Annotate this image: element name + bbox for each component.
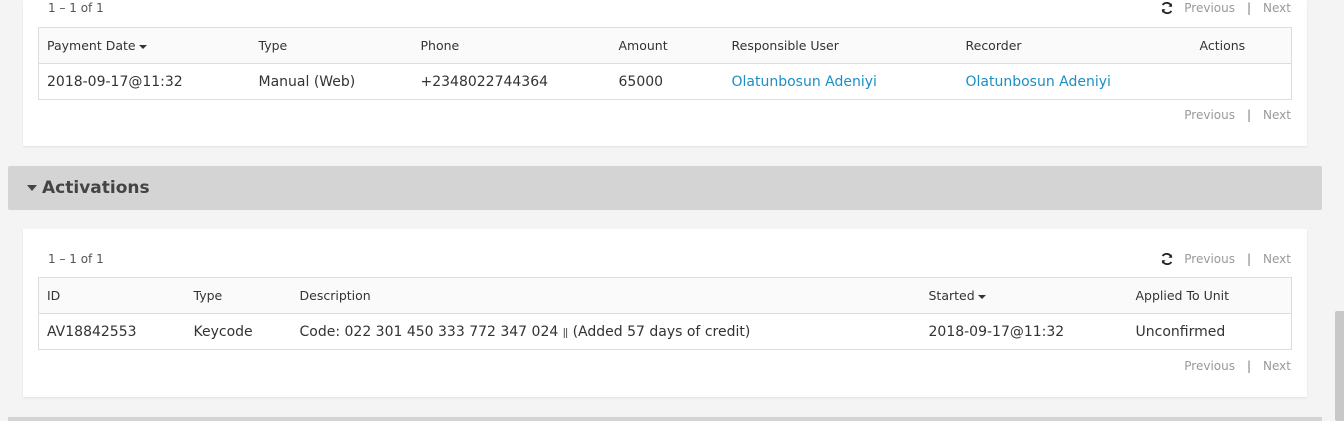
refresh-icon[interactable] bbox=[1160, 1, 1174, 15]
started-cell: 2018-09-17@11:32 bbox=[928, 323, 1065, 340]
applied-to-unit-cell: Unconfirmed bbox=[1135, 323, 1226, 340]
payments-bottom-next-button[interactable]: Next bbox=[1263, 108, 1291, 122]
activations-pager-top: Previous | Next bbox=[1160, 252, 1291, 266]
payment-date-cell: 2018-09-17@11:32 bbox=[47, 73, 183, 90]
column-header-id[interactable]: ID bbox=[38, 277, 186, 314]
activations-bottom-previous-button[interactable]: Previous bbox=[1184, 359, 1235, 373]
column-header-started[interactable]: Started bbox=[920, 277, 1128, 314]
activations-previous-button[interactable]: Previous bbox=[1184, 252, 1235, 266]
responsible-user-cell: Olatunbosun Adeniyi bbox=[724, 64, 958, 100]
activations-header-row: ID Type Description Started Applied To U… bbox=[38, 277, 1292, 314]
pager-separator: | bbox=[1246, 1, 1252, 15]
activation-id-cell: AV18842553 bbox=[47, 323, 137, 340]
column-header-recorder[interactable]: Recorder bbox=[957, 27, 1192, 64]
column-header-applied-to-unit[interactable]: Applied To Unit bbox=[1127, 277, 1292, 314]
description-cell: Code: 022 301 450 333 772 347 024 ǁ (Add… bbox=[292, 314, 921, 350]
activations-bottom-meta: Previous | Next bbox=[23, 359, 1307, 379]
pager-separator: | bbox=[1246, 359, 1252, 373]
caret-down-icon bbox=[27, 185, 37, 191]
recorder-link[interactable]: Olatunbosun Adeniyi bbox=[966, 74, 1111, 90]
column-header-type[interactable]: Type bbox=[185, 277, 292, 314]
payments-panel: 1 – 1 of 1 Previous | Next Payment Date … bbox=[23, 0, 1307, 146]
column-header-description[interactable]: Description bbox=[291, 277, 921, 314]
column-header-phone[interactable]: Phone bbox=[412, 27, 611, 64]
table-row: 2018-09-17@11:32 Manual (Web) +234802274… bbox=[39, 64, 1292, 100]
sort-desc-icon bbox=[138, 44, 147, 49]
phone-cell: +2348022744364 bbox=[420, 73, 549, 90]
activations-bottom-next-button[interactable]: Next bbox=[1263, 359, 1291, 373]
sort-desc-icon bbox=[977, 294, 986, 299]
amount-cell: 65000 bbox=[618, 73, 664, 90]
activations-section-header[interactable]: Activations bbox=[8, 166, 1322, 210]
payments-count: 1 – 1 of 1 bbox=[48, 1, 104, 15]
table-row: AV18842553 Keycode Code: 022 301 450 333… bbox=[39, 314, 1292, 350]
payments-meta-row: 1 – 1 of 1 Previous | Next bbox=[23, 1, 1307, 21]
pipe-icon: ǁ bbox=[562, 325, 569, 339]
next-section-header[interactable] bbox=[8, 417, 1322, 421]
column-header-responsible-user[interactable]: Responsible User bbox=[723, 27, 958, 64]
payments-previous-button[interactable]: Previous bbox=[1184, 1, 1235, 15]
responsible-user-link[interactable]: Olatunbosun Adeniyi bbox=[732, 74, 877, 90]
activations-table: ID Type Description Started Applied To U… bbox=[38, 277, 1292, 350]
payments-bottom-meta: Previous | Next bbox=[23, 108, 1307, 128]
page: 1 – 1 of 1 Previous | Next Payment Date … bbox=[0, 0, 1344, 421]
activations-panel: 1 – 1 of 1 Previous | Next ID Type Descr… bbox=[23, 229, 1307, 397]
column-header-amount[interactable]: Amount bbox=[610, 27, 724, 64]
payments-pager-top: Previous | Next bbox=[1160, 1, 1291, 15]
section-title: Activations bbox=[42, 178, 150, 198]
activations-count: 1 – 1 of 1 bbox=[48, 252, 104, 266]
payments-table: Payment Date Type Phone Amount Responsib… bbox=[38, 27, 1292, 100]
activations-next-button[interactable]: Next bbox=[1263, 252, 1291, 266]
page-scrollbar[interactable] bbox=[1335, 311, 1344, 421]
activations-meta-row: 1 – 1 of 1 Previous | Next bbox=[23, 252, 1307, 272]
payments-next-button[interactable]: Next bbox=[1263, 1, 1291, 15]
payments-bottom-previous-button[interactable]: Previous bbox=[1184, 108, 1235, 122]
column-header-actions: Actions bbox=[1191, 27, 1292, 64]
pager-separator: | bbox=[1246, 108, 1252, 122]
recorder-cell: Olatunbosun Adeniyi bbox=[958, 64, 1192, 100]
column-header-payment-date[interactable]: Payment Date bbox=[38, 27, 251, 64]
description-note: (Added 57 days of credit) bbox=[572, 323, 751, 340]
actions-cell bbox=[1192, 64, 1292, 100]
description-code: Code: 022 301 450 333 772 347 024 bbox=[299, 323, 559, 340]
pager-separator: | bbox=[1246, 252, 1252, 266]
payment-type-cell: Manual (Web) bbox=[258, 73, 356, 90]
activation-type-cell: Keycode bbox=[193, 323, 253, 340]
payments-pager-bottom: Previous | Next bbox=[1184, 108, 1291, 122]
refresh-icon[interactable] bbox=[1160, 252, 1174, 266]
column-header-type[interactable]: Type bbox=[250, 27, 413, 64]
activations-pager-bottom: Previous | Next bbox=[1184, 359, 1291, 373]
payments-header-row: Payment Date Type Phone Amount Responsib… bbox=[38, 27, 1292, 64]
